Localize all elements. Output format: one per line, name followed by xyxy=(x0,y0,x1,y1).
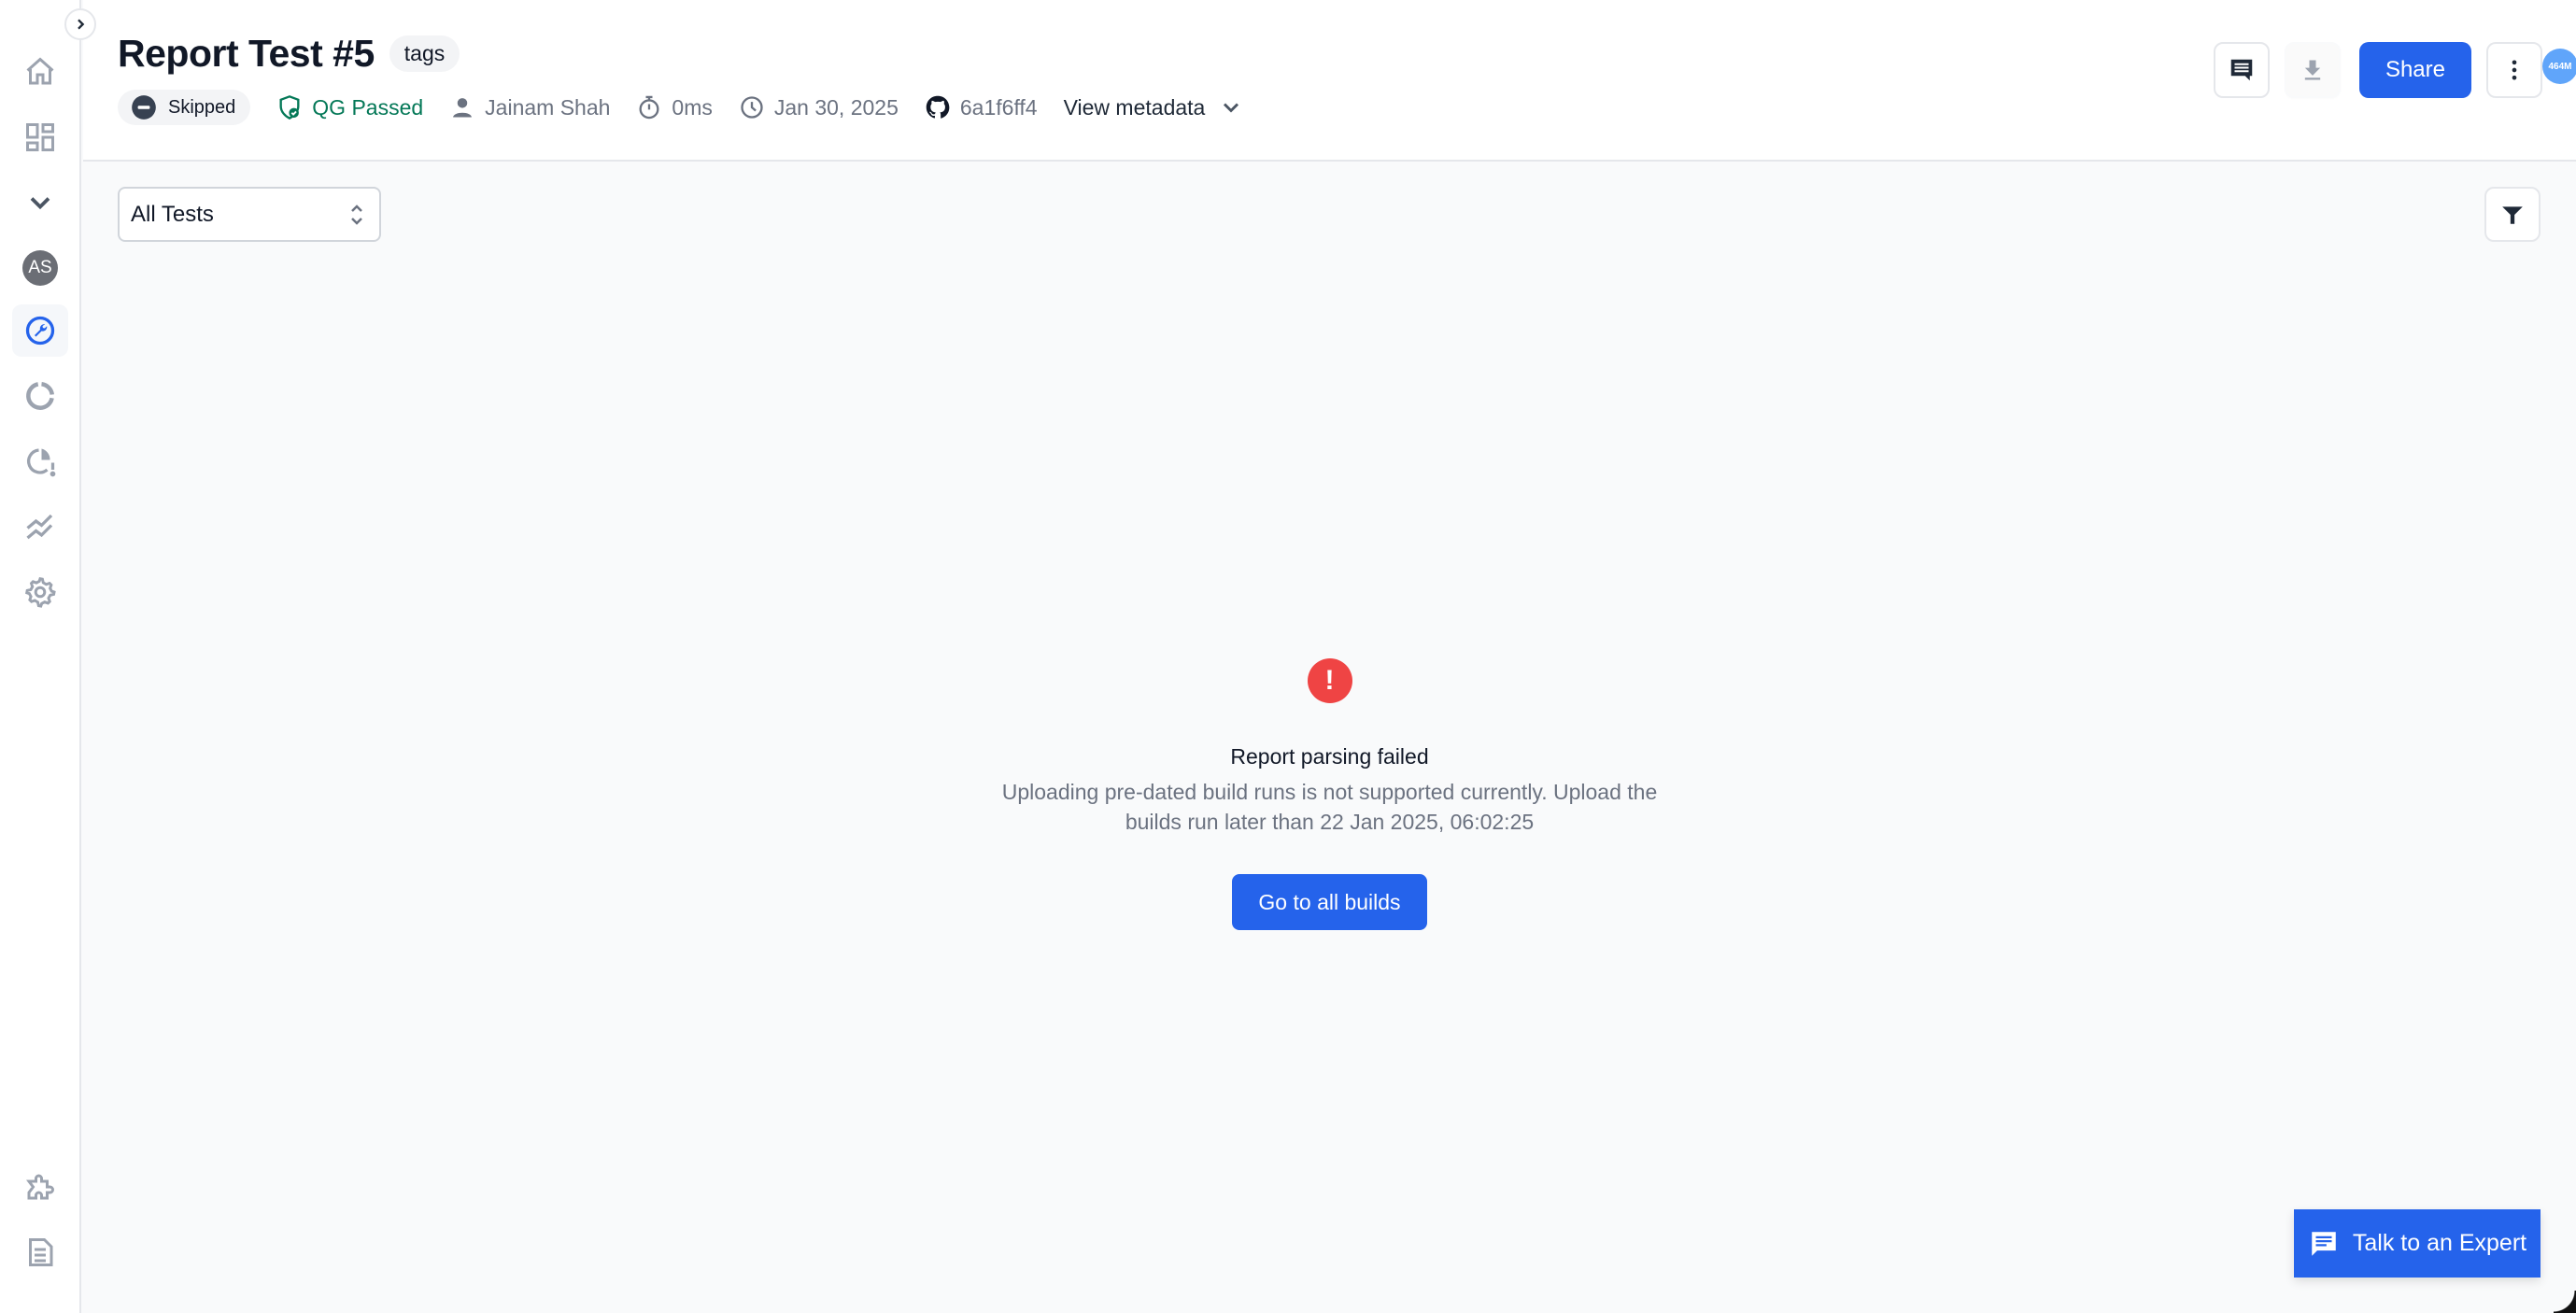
commit-hash: 6a1f6ff4 xyxy=(959,94,1038,120)
tags-chip[interactable]: tags xyxy=(389,35,460,72)
comment-icon xyxy=(2230,59,2253,81)
error-description: Uploading pre-dated build runs is not su… xyxy=(1001,780,1658,834)
sidebar-item-integrations[interactable] xyxy=(12,1161,68,1213)
chevron-right-icon xyxy=(78,19,85,30)
chevron-up-down-icon xyxy=(351,204,362,225)
comments-button[interactable] xyxy=(2213,42,2270,98)
sidebar-item-alerts[interactable] xyxy=(12,435,68,487)
user-icon xyxy=(453,98,473,118)
loading-circle-icon xyxy=(26,382,54,410)
commit-info[interactable]: 6a1f6ff4 xyxy=(925,94,1038,120)
page-title: Report Test #5 xyxy=(118,32,375,75)
duration-info: 0ms xyxy=(636,94,713,120)
sidebar-expand[interactable] xyxy=(12,176,68,229)
status-badge: Skipped xyxy=(118,90,251,125)
dashboard-icon xyxy=(26,123,54,151)
view-metadata-dropdown[interactable]: View metadata xyxy=(1064,94,1245,120)
avatar: AS xyxy=(22,250,58,286)
status-label: Skipped xyxy=(168,96,236,118)
meta-row: Skipped QG Passed Jainam Shah 0ms Jan 30… xyxy=(118,90,1270,125)
user-info: Jainam Shah xyxy=(449,94,610,120)
view-metadata-label: View metadata xyxy=(1063,94,1206,120)
sidebar-item-test-reporting[interactable] xyxy=(12,304,68,357)
duration-value: 0ms xyxy=(672,94,713,120)
test-filter-value: All Tests xyxy=(131,201,214,227)
minus-circle-icon xyxy=(132,95,156,120)
sidebar-item-settings[interactable] xyxy=(12,566,68,618)
wrench-icon xyxy=(25,316,55,346)
sidebar-toggle-button[interactable] xyxy=(64,8,96,40)
home-icon xyxy=(26,57,54,85)
download-icon xyxy=(2304,60,2321,80)
page-header: Report Test #5 tags Skipped QG Passed Ja… xyxy=(83,0,2576,162)
sidebar: AS xyxy=(0,0,81,1313)
window-corner xyxy=(2554,1291,2576,1313)
date-info: Jan 30, 2025 xyxy=(739,94,899,120)
talk-to-expert-button[interactable]: Talk to an Expert xyxy=(2294,1209,2541,1278)
more-options-button[interactable] xyxy=(2486,42,2542,98)
chevron-down-icon xyxy=(1224,103,1239,113)
sidebar-item-user[interactable]: AS xyxy=(12,242,68,294)
sidebar-item-trends[interactable] xyxy=(12,501,68,553)
error-icon: ! xyxy=(1307,658,1352,703)
share-button[interactable]: Share xyxy=(2358,42,2471,98)
error-title: Report parsing failed xyxy=(1230,744,1429,769)
date-value: Jan 30, 2025 xyxy=(773,94,899,120)
puzzle-icon xyxy=(26,1174,54,1200)
header-actions: Share xyxy=(2213,42,2542,98)
test-filter-select[interactable]: All Tests xyxy=(118,187,381,242)
filter-button[interactable] xyxy=(2484,187,2541,242)
trend-icon xyxy=(26,514,53,540)
more-vertical-icon xyxy=(2512,60,2517,80)
chat-icon xyxy=(2312,1231,2336,1256)
sidebar-item-home[interactable] xyxy=(12,46,68,98)
sidebar-item-docs[interactable] xyxy=(12,1226,68,1278)
sidebar-item-builds[interactable] xyxy=(12,370,68,422)
clock-icon xyxy=(741,96,763,119)
download-button[interactable] xyxy=(2284,42,2341,98)
pie-alert-icon xyxy=(27,448,56,477)
quality-gate-label: QG Passed xyxy=(312,94,424,120)
talk-to-expert-label: Talk to an Expert xyxy=(2352,1230,2527,1256)
chevron-down-icon xyxy=(30,197,50,210)
shield-check-icon xyxy=(279,95,300,120)
gear-icon xyxy=(25,577,56,608)
memory-badge: 464M xyxy=(2542,49,2576,84)
error-empty-state: ! Report parsing failed Uploading pre-da… xyxy=(83,658,2576,930)
document-icon xyxy=(29,1238,53,1266)
filter-icon xyxy=(2502,205,2523,224)
github-icon xyxy=(926,95,950,119)
sidebar-item-dashboard[interactable] xyxy=(12,111,68,163)
user-name: Jainam Shah xyxy=(485,94,611,120)
go-to-all-builds-button[interactable]: Go to all builds xyxy=(1232,874,1427,930)
stopwatch-icon xyxy=(639,95,659,120)
quality-gate-status[interactable]: QG Passed xyxy=(276,94,423,120)
